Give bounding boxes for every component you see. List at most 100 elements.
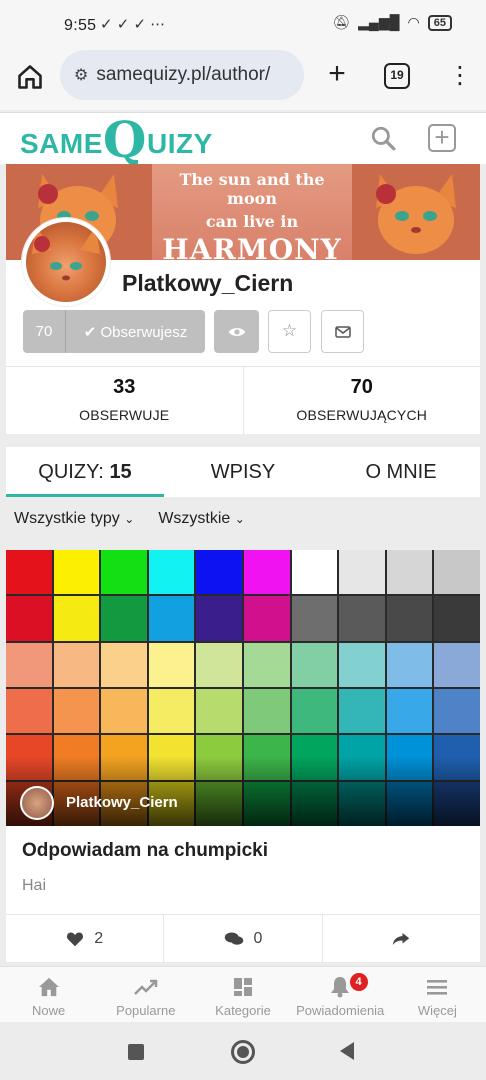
color-swatch [291, 596, 338, 641]
follower-count-button[interactable]: 70 [23, 310, 66, 353]
eye-icon [228, 327, 245, 336]
quiz-filters: Wszystkie typy ⌄ Wszystkie ⌄ [14, 510, 245, 528]
color-swatch [196, 596, 242, 641]
banner-line-3: HARMONY [162, 233, 342, 260]
nav-label: Kategorie [215, 1003, 271, 1018]
stat-value: 70 [350, 376, 373, 398]
comment-count: 0 [253, 929, 263, 947]
color-swatch [196, 642, 242, 687]
scope-filter-label: Wszystkie [158, 510, 231, 527]
status-bar: 9:55 ✓ ✓ ✓ ⋯ 🔕︎ ▂▄▆█ ◠ 65 [0, 0, 486, 50]
quiz-thumbnail[interactable]: Platkowy_Ciern [6, 550, 480, 826]
logo-suffix: uizy [146, 128, 213, 159]
avatar[interactable] [22, 218, 110, 306]
nav-label: Powiadomienia [296, 1003, 385, 1018]
watch-button[interactable] [214, 310, 259, 353]
color-swatch [148, 550, 195, 595]
signal-icon: ▂▄▆█ [358, 14, 400, 30]
comment-button[interactable]: 0 [163, 915, 321, 962]
color-swatch [53, 550, 100, 595]
stat-following[interactable]: 33 OBSERWUJE [6, 367, 243, 434]
tab-about[interactable]: O MNIE [322, 447, 480, 497]
color-swatch [386, 688, 433, 734]
home-icon[interactable] [16, 63, 44, 91]
color-swatch [6, 688, 52, 734]
nav-new[interactable]: Nowe [0, 967, 97, 1022]
battery-icon: 65 [427, 14, 452, 31]
follow-button-group[interactable]: 70 ✔ Obserwujesz [23, 310, 205, 353]
type-filter-dropdown[interactable]: Wszystkie typy ⌄ [14, 510, 134, 528]
search-icon[interactable] [370, 125, 396, 151]
system-navigation-bar [0, 1022, 486, 1080]
tab-switcher-button[interactable]: 19 [384, 63, 410, 89]
color-swatch [53, 642, 100, 687]
color-swatch [101, 642, 147, 687]
recent-apps-icon[interactable] [128, 1044, 144, 1060]
color-swatch [434, 550, 480, 595]
mail-icon [334, 325, 351, 338]
color-swatch [339, 550, 385, 595]
color-swatch [53, 688, 100, 734]
notification-icons: ✓ ✓ ✓ ⋯ [100, 16, 166, 33]
scope-filter-dropdown[interactable]: Wszystkie ⌄ [158, 510, 245, 528]
color-swatch [148, 596, 195, 641]
nav-label: Więcej [417, 1003, 457, 1018]
color-swatch [339, 688, 385, 734]
type-filter-label: Wszystkie typy [14, 510, 120, 527]
stat-followers[interactable]: 70 OBSERWUJĄCYCH [242, 367, 481, 434]
site-settings-icon[interactable]: ⚙ [74, 65, 88, 85]
banner-line-1: The sun and the moon [179, 170, 325, 208]
quiz-title[interactable]: Odpowiadam na chumpicki [22, 840, 268, 862]
status-time: 9:55 [64, 17, 97, 34]
color-swatch [243, 688, 290, 734]
color-swatch [148, 642, 195, 687]
address-bar[interactable]: ⚙ samequizy.pl/author/ [60, 50, 304, 100]
color-swatch [6, 596, 52, 641]
cat-avatar-illustration [32, 226, 100, 281]
color-swatch [243, 550, 290, 595]
following-button[interactable]: ✔ Obserwujesz [66, 323, 205, 341]
share-icon [393, 932, 410, 945]
mute-icon: 🔕︎ [332, 14, 351, 30]
banner-text: The sun and the moon can live in HARMONY [152, 164, 352, 260]
tab-quizzes-label: QUIZY: [38, 461, 104, 483]
new-tab-icon[interactable]: + [322, 58, 352, 90]
profile-stats: 33 OBSERWUJE 70 OBSERWUJĄCYCH [6, 366, 480, 434]
heart-icon [67, 931, 84, 946]
site-logo[interactable]: same Q uizy [20, 113, 213, 165]
color-swatch [6, 550, 52, 595]
quiz-card[interactable]: Platkowy_Ciern Odpowiadam na chumpicki H… [6, 550, 480, 962]
quiz-author-name[interactable]: Platkowy_Ciern [66, 794, 178, 811]
favorite-button[interactable]: ☆ [268, 310, 311, 353]
tab-quizzes[interactable]: QUIZY: 15 [6, 447, 164, 497]
add-quiz-icon[interactable]: + [428, 124, 456, 152]
color-swatch [434, 596, 480, 641]
browser-menu-icon[interactable]: ⋮ [448, 62, 472, 90]
like-count: 2 [94, 929, 104, 947]
browser-toolbar: ⚙ samequizy.pl/author/ + 19 ⋮ [0, 50, 486, 110]
system-home-icon[interactable] [231, 1040, 255, 1064]
color-swatch [386, 550, 433, 595]
trending-icon [133, 979, 158, 995]
share-button[interactable] [321, 915, 480, 962]
color-swatch [291, 642, 338, 687]
nav-label: Popularne [116, 1003, 176, 1018]
nav-categories[interactable]: Kategorie [194, 967, 291, 1022]
message-button[interactable] [321, 310, 364, 353]
notification-badge: 4 [349, 973, 368, 991]
logo-prefix: same [20, 128, 103, 159]
nav-notifications[interactable]: 4 Powiadomienia [292, 967, 389, 1022]
bell-icon [331, 977, 350, 998]
author-avatar[interactable] [20, 786, 54, 820]
wifi-icon: ◠ [407, 14, 420, 30]
comments-icon [224, 931, 243, 945]
tab-posts[interactable]: WPISY [164, 447, 322, 497]
nav-more[interactable]: Więcej [389, 967, 486, 1022]
bottom-navigation: Nowe Popularne Kategorie 4 Powiadomienia… [0, 966, 486, 1022]
color-swatch [148, 688, 195, 734]
nav-popular[interactable]: Popularne [97, 967, 194, 1022]
back-icon[interactable] [340, 1042, 354, 1060]
like-button[interactable]: 2 [6, 915, 163, 962]
stat-value: 33 [113, 376, 136, 398]
grid-icon [234, 978, 252, 996]
